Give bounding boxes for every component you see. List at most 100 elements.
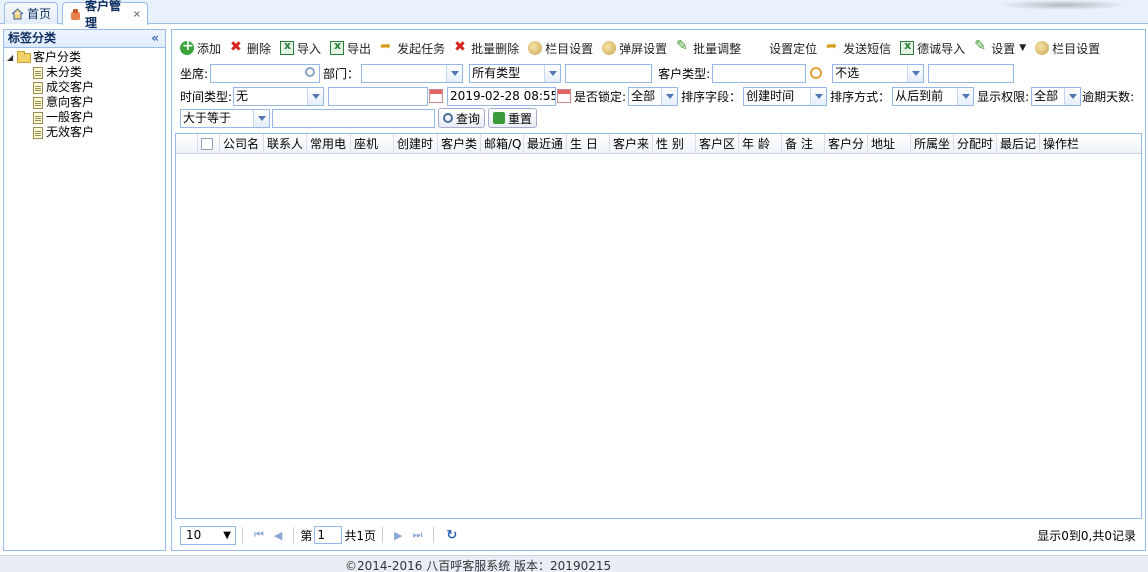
- column-settings-button-2[interactable]: 栏目设置: [1035, 40, 1100, 57]
- calendar-icon[interactable]: [557, 89, 572, 103]
- column-header[interactable]: 客户类: [438, 134, 481, 154]
- end-date-input[interactable]: 2019-02-28 08:55:4: [447, 86, 557, 106]
- tree-root[interactable]: ◢ 客户分类: [7, 50, 165, 65]
- column-header[interactable]: 邮箱/Q: [481, 134, 524, 154]
- extra-input[interactable]: [928, 63, 1015, 83]
- overdue-days-input[interactable]: [272, 108, 435, 128]
- chevron-down-icon: [1064, 87, 1081, 105]
- tree-toggle-icon[interactable]: ◢: [7, 50, 17, 65]
- column-header[interactable]: 操作栏: [1040, 134, 1080, 154]
- decheng-import-button[interactable]: 德诚导入: [900, 39, 965, 57]
- column-header[interactable]: 创建时: [394, 134, 438, 154]
- grid-header: 公司名 联系人 常用电 座机 创建时 客户类 邮箱/Q 最近通 生 日 客户来 …: [176, 134, 1141, 154]
- tree-item-intent[interactable]: 意向客户: [33, 95, 165, 110]
- column-header[interactable]: 地址: [868, 134, 911, 154]
- permission-label: 显示权限:: [977, 89, 1030, 104]
- column-header[interactable]: 备 注: [782, 134, 825, 154]
- next-page-icon[interactable]: ▶: [394, 529, 402, 542]
- page-size-select[interactable]: 10 ▼: [180, 525, 236, 545]
- delete-button[interactable]: 删除: [230, 39, 271, 57]
- tree-item-deal[interactable]: 成交客户: [33, 80, 165, 95]
- search-icon[interactable]: [810, 67, 823, 79]
- copyright-text: ©2014-2016 八百呼客服系统 版本：20190215: [345, 559, 612, 572]
- calendar-icon[interactable]: [429, 89, 444, 103]
- search-icon: [305, 66, 316, 77]
- column-header[interactable]: 年 龄: [739, 134, 782, 154]
- column-header[interactable]: 座机: [351, 134, 394, 154]
- select-all-checkbox-cell[interactable]: [198, 134, 220, 154]
- start-date-input[interactable]: [328, 86, 429, 106]
- column-header[interactable]: 性 别: [653, 134, 696, 154]
- set-location-button[interactable]: 设置定位: [769, 40, 817, 57]
- category-tree: ◢ 客户分类 未分类 成交客户 意向客户 一般客户 无效客户: [4, 48, 165, 140]
- dept-select[interactable]: [361, 63, 464, 83]
- start-task-button[interactable]: 发起任务: [380, 39, 445, 57]
- popup-settings-button[interactable]: 弹屏设置: [602, 40, 667, 57]
- sms-arrow-icon: [826, 39, 840, 55]
- add-button[interactable]: 添加: [180, 38, 221, 57]
- tree-item-general[interactable]: 一般客户: [33, 110, 165, 125]
- excel-import-icon: [900, 39, 915, 55]
- search-icon: [443, 113, 453, 123]
- seat-input[interactable]: [210, 63, 321, 83]
- chevron-down-icon: [544, 64, 561, 82]
- sort-order-select[interactable]: 从后到前: [892, 86, 975, 106]
- page-total: 共1页: [344, 528, 377, 543]
- compare-select[interactable]: 大于等于: [180, 108, 270, 128]
- chevron-down-icon: [661, 87, 678, 105]
- type-input[interactable]: [565, 63, 653, 83]
- column-header[interactable]: 客户来: [610, 134, 653, 154]
- chevron-down-icon: [446, 64, 463, 82]
- column-header[interactable]: 最后记: [997, 134, 1040, 154]
- column-header[interactable]: 所属坐: [911, 134, 954, 154]
- no-select-dropdown[interactable]: 不选: [832, 63, 925, 83]
- batch-adjust-button[interactable]: 批量调整: [676, 38, 741, 57]
- locked-select[interactable]: 全部: [628, 86, 679, 106]
- refresh-icon[interactable]: ↻: [446, 528, 457, 543]
- grid-row-number-header: [176, 134, 198, 154]
- reset-icon: [493, 112, 506, 124]
- tab-home-label: 首页: [27, 7, 52, 21]
- type-select[interactable]: 所有类型: [469, 63, 562, 83]
- document-icon: [33, 81, 43, 94]
- chevron-down-icon: [810, 87, 827, 105]
- toolbar: 添加 删除 导入 导出 发起任务 批量删除 栏目设置 弹屏设置 批量调整 设置定…: [180, 38, 1100, 58]
- column-settings-button[interactable]: 栏目设置: [528, 40, 593, 57]
- column-header[interactable]: 最近通: [524, 134, 567, 154]
- column-header[interactable]: 生 日: [567, 134, 610, 154]
- tab-home[interactable]: 首页: [4, 2, 58, 24]
- tab-customer-label: 客户管理: [85, 0, 122, 30]
- sort-field-select[interactable]: 创建时间: [743, 86, 828, 106]
- batch-delete-button[interactable]: 批量删除: [454, 39, 519, 57]
- column-header[interactable]: 公司名: [220, 134, 264, 154]
- column-header[interactable]: 常用电: [307, 134, 351, 154]
- tree-item-uncategorized[interactable]: 未分类: [33, 65, 165, 80]
- permission-select[interactable]: 全部: [1031, 86, 1082, 106]
- time-type-label: 时间类型:: [180, 89, 233, 104]
- collapse-icon[interactable]: «: [151, 30, 159, 47]
- page-number-input[interactable]: 1: [314, 526, 343, 544]
- separator: [242, 527, 243, 543]
- close-icon[interactable]: ×: [133, 9, 141, 20]
- select-all-checkbox[interactable]: [201, 138, 213, 150]
- last-page-icon[interactable]: ⏭: [413, 528, 423, 542]
- reset-button[interactable]: 重置: [488, 108, 538, 128]
- time-type-select[interactable]: 无: [233, 86, 325, 106]
- first-page-icon[interactable]: ⏮: [254, 528, 264, 542]
- settings-menu-button[interactable]: 设置▼: [974, 38, 1026, 57]
- excel-import-icon: [280, 39, 295, 55]
- send-sms-button[interactable]: 发送短信: [826, 39, 891, 57]
- prev-page-icon[interactable]: ◀: [274, 529, 282, 542]
- import-button[interactable]: 导入: [280, 39, 321, 57]
- chevron-down-icon: [307, 87, 324, 105]
- query-button[interactable]: 查询: [438, 108, 486, 128]
- customer-type-input[interactable]: [712, 63, 807, 83]
- column-header[interactable]: 客户分: [825, 134, 868, 154]
- column-header[interactable]: 客户区: [696, 134, 739, 154]
- column-header[interactable]: 联系人: [264, 134, 307, 154]
- tab-customer-management[interactable]: 客户管理 ×: [62, 0, 148, 30]
- tree-item-invalid[interactable]: 无效客户: [33, 125, 165, 140]
- add-icon: [180, 38, 194, 55]
- column-header[interactable]: 分配时: [954, 134, 997, 154]
- export-button[interactable]: 导出: [330, 39, 371, 57]
